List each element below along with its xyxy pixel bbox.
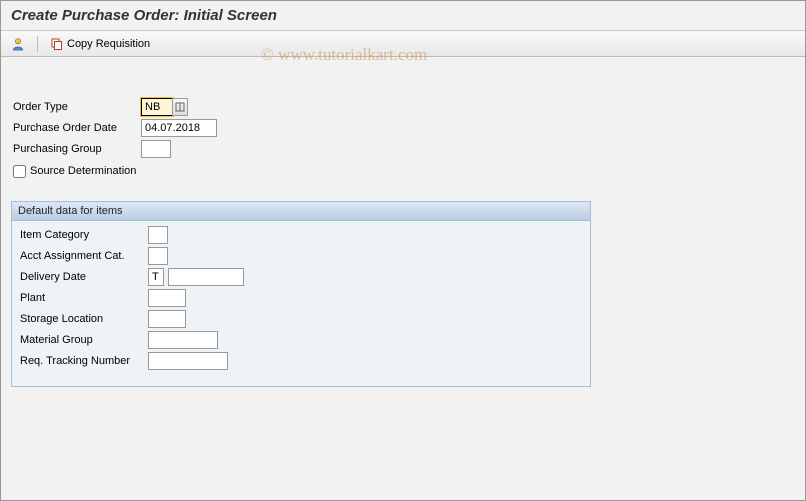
toolbar: Copy Requisition [1, 31, 805, 57]
req-tracking-label: Req. Tracking Number [18, 355, 148, 367]
material-group-input[interactable] [148, 331, 218, 349]
delivery-date-type-input[interactable] [148, 268, 164, 286]
req-tracking-input[interactable] [148, 352, 228, 370]
order-type-input[interactable] [141, 98, 173, 116]
search-help-icon [175, 102, 185, 112]
copy-requisition-button[interactable]: Copy Requisition [46, 36, 154, 52]
page-title: Create Purchase Order: Initial Screen [1, 1, 805, 31]
plant-label: Plant [18, 292, 148, 304]
delivery-date-label: Delivery Date [18, 271, 148, 283]
delivery-date-input[interactable] [168, 268, 244, 286]
item-category-input[interactable] [148, 226, 168, 244]
order-type-search-help-button[interactable] [172, 98, 188, 116]
source-determination-label: Source Determination [30, 165, 136, 177]
item-category-label: Item Category [18, 229, 148, 241]
po-date-label: Purchase Order Date [11, 122, 141, 134]
purchasing-group-label: Purchasing Group [11, 143, 141, 155]
toolbar-divider [37, 36, 38, 52]
purchasing-group-input[interactable] [141, 140, 171, 158]
storage-location-label: Storage Location [18, 313, 148, 325]
plant-input[interactable] [148, 289, 186, 307]
source-determination-checkbox[interactable] [13, 165, 26, 178]
acct-assignment-input[interactable] [148, 247, 168, 265]
default-data-header: Default data for items [12, 202, 590, 221]
copy-icon [50, 37, 64, 51]
acct-assignment-label: Acct Assignment Cat. [18, 250, 148, 262]
person-icon [11, 37, 25, 51]
content-area: Order Type Purchase Order Date Purchasin… [1, 57, 805, 397]
material-group-label: Material Group [18, 334, 148, 346]
po-date-input[interactable] [141, 119, 217, 137]
storage-location-input[interactable] [148, 310, 186, 328]
copy-requisition-label: Copy Requisition [67, 38, 150, 50]
default-data-group: Default data for items Item Category Acc… [11, 201, 591, 387]
user-button[interactable] [7, 36, 29, 52]
order-type-label: Order Type [11, 101, 141, 113]
